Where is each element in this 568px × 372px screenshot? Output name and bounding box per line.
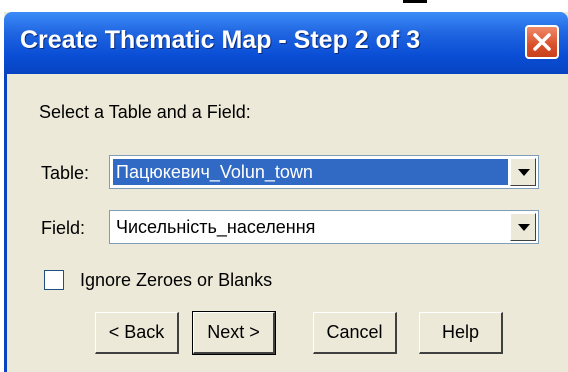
table-select[interactable]: Пацюкевич_Volun_town bbox=[109, 155, 539, 189]
table-dropdown-button[interactable] bbox=[510, 158, 536, 186]
back-button[interactable]: < Back bbox=[95, 312, 179, 354]
field-dropdown-button[interactable] bbox=[510, 213, 536, 241]
field-select-value: Чисельність_населення bbox=[116, 217, 316, 237]
help-button[interactable]: Help bbox=[419, 312, 503, 354]
next-button[interactable]: Next > bbox=[192, 311, 276, 355]
cancel-button[interactable]: Cancel bbox=[313, 312, 397, 354]
top-edge-mark bbox=[403, 0, 427, 3]
field-select[interactable]: Чисельність_населення bbox=[109, 210, 539, 244]
field-label: Field: bbox=[41, 218, 86, 238]
dialog-body: Select a Table and a Field: Table: Пацюк… bbox=[4, 74, 568, 372]
ignore-zeroes-label[interactable]: Ignore Zeroes or Blanks bbox=[80, 270, 272, 291]
table-label: Table: bbox=[41, 163, 90, 183]
table-select-value: Пацюкевич_Volun_town bbox=[113, 159, 508, 185]
dialog-window: Create Thematic Map - Step 2 of 3 Select… bbox=[4, 12, 568, 372]
ignore-zeroes-checkbox[interactable] bbox=[44, 270, 64, 290]
window-title: Create Thematic Map - Step 2 of 3 bbox=[20, 26, 421, 54]
close-button[interactable] bbox=[525, 25, 559, 59]
instruction-text: Select a Table and a Field: bbox=[39, 102, 251, 122]
title-bar[interactable]: Create Thematic Map - Step 2 of 3 bbox=[4, 12, 568, 74]
